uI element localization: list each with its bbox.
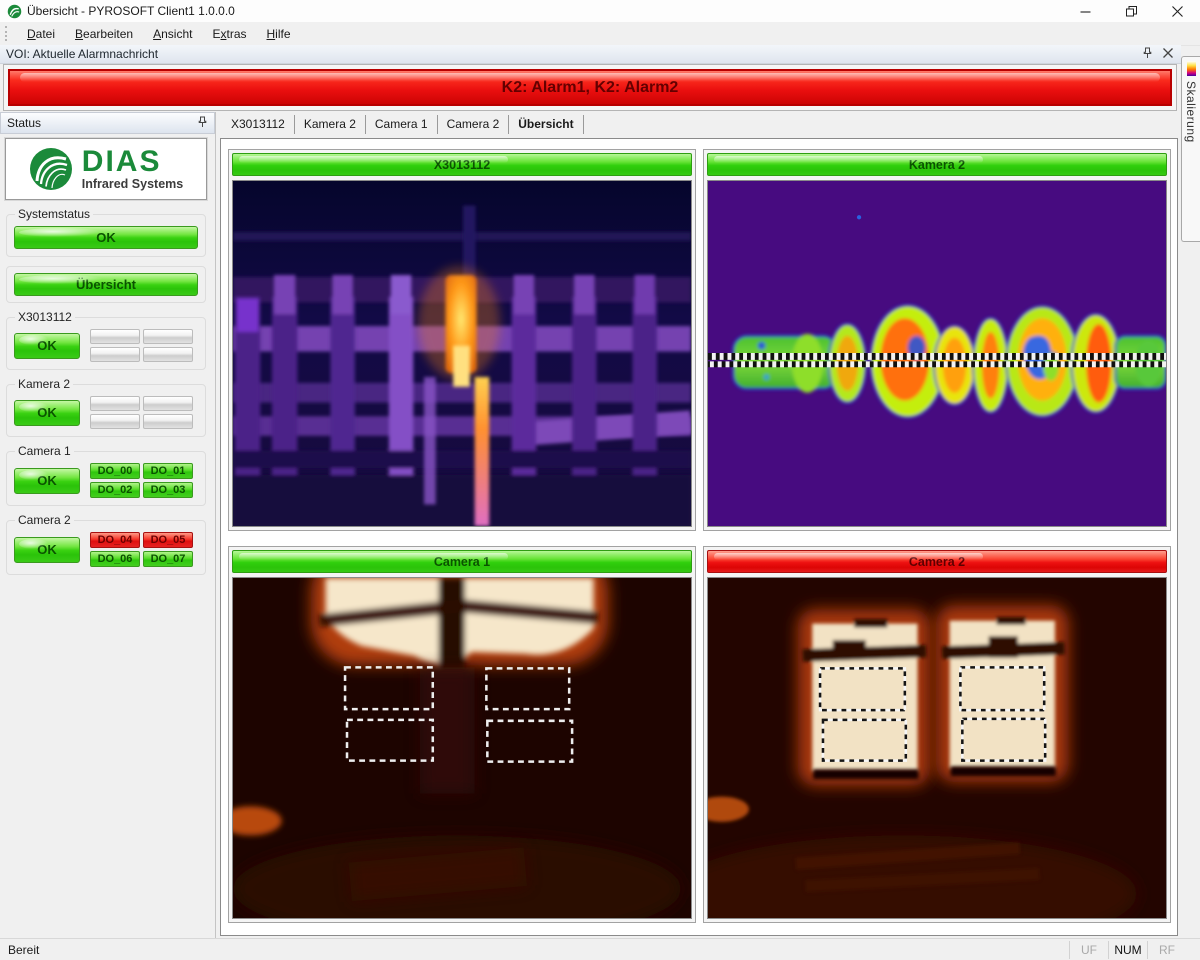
menu-hilfe[interactable]: Hilfe bbox=[257, 24, 301, 44]
status-panel-title: Status bbox=[7, 116, 41, 130]
do-02-button[interactable]: DO_02 bbox=[90, 482, 140, 498]
skalierung-label: Skalierung bbox=[1184, 81, 1198, 143]
output-indicator[interactable] bbox=[143, 347, 193, 362]
menu-datei[interactable]: Datei bbox=[17, 24, 65, 44]
view-panel-camera1: Camera 1 bbox=[228, 546, 696, 923]
group-label: Camera 1 bbox=[15, 444, 74, 458]
group-label: Kamera 2 bbox=[15, 377, 73, 391]
menu-bearbeiten[interactable]: Bearbeiten bbox=[65, 24, 143, 44]
alarm-panel-header: VOI: Aktuelle Alarmnachricht bbox=[0, 45, 1181, 64]
group-label: X3013112 bbox=[15, 310, 75, 324]
do-06-button[interactable]: DO_06 bbox=[90, 551, 140, 567]
view-panel-camera2: Camera 2 bbox=[703, 546, 1171, 923]
close-panel-icon[interactable] bbox=[1163, 47, 1173, 61]
status-panel-header: Status bbox=[0, 112, 215, 134]
status-sidebar: Status DIAS Infrared Systems Systemstatu… bbox=[0, 112, 216, 938]
output-indicator[interactable] bbox=[90, 329, 140, 344]
panel-header-camera1[interactable]: Camera 1 bbox=[232, 550, 692, 573]
close-button[interactable] bbox=[1154, 0, 1200, 22]
output-indicator[interactable] bbox=[90, 347, 140, 362]
do-03-button[interactable]: DO_03 bbox=[143, 482, 193, 498]
group-overview: Übersicht bbox=[6, 266, 206, 303]
statusbar-ready: Bereit bbox=[8, 943, 39, 957]
menu-ansicht[interactable]: Ansicht bbox=[143, 24, 202, 44]
minimize-button[interactable] bbox=[1062, 0, 1108, 22]
view-tab-strip: X3013112 Kamera 2 Camera 1 Camera 2 Über… bbox=[222, 113, 584, 136]
tab-uebersicht[interactable]: Übersicht bbox=[509, 115, 583, 134]
dias-logo: DIAS Infrared Systems bbox=[5, 138, 207, 200]
indicator-num: NUM bbox=[1108, 941, 1147, 959]
thermal-image-x3013112[interactable] bbox=[232, 180, 692, 527]
group-camera1: Camera 1 OK DO_00 DO_01 DO_02 DO_03 bbox=[6, 451, 206, 506]
group-label: Camera 2 bbox=[15, 513, 74, 527]
output-indicator[interactable] bbox=[90, 414, 140, 429]
menu-bar: Datei Bearbeiten Ansicht Extras Hilfe bbox=[0, 22, 1200, 46]
title-bar: Übersicht - PYROSOFT Client1 1.0.0.0 bbox=[0, 0, 1200, 22]
output-indicator[interactable] bbox=[143, 396, 193, 411]
infrared-image-camera2[interactable] bbox=[707, 577, 1167, 919]
tab-camera-2[interactable]: Camera 2 bbox=[438, 115, 510, 134]
restore-button[interactable] bbox=[1108, 0, 1154, 22]
output-indicator[interactable] bbox=[143, 414, 193, 429]
panel-header-kamera2[interactable]: Kamera 2 bbox=[707, 153, 1167, 176]
menu-grip[interactable] bbox=[5, 26, 10, 41]
app-logo-icon bbox=[7, 4, 22, 19]
output-indicator[interactable] bbox=[90, 396, 140, 411]
overview-button[interactable]: Übersicht bbox=[14, 273, 198, 296]
panel-header-camera2[interactable]: Camera 2 bbox=[707, 550, 1167, 573]
group-camera2: Camera 2 OK DO_04 DO_05 DO_06 DO_07 bbox=[6, 520, 206, 575]
alarm-panel-body: K2: Alarm1, K2: Alarm2 bbox=[3, 64, 1177, 111]
window-title: Übersicht - PYROSOFT Client1 1.0.0.0 bbox=[27, 4, 235, 18]
view-panel-kamera2: Kamera 2 bbox=[703, 149, 1171, 531]
do-00-button[interactable]: DO_00 bbox=[90, 463, 140, 479]
indicator-uf: UF bbox=[1069, 941, 1108, 959]
do-05-button[interactable]: DO_05 bbox=[143, 532, 193, 548]
output-indicator[interactable] bbox=[143, 329, 193, 344]
kamera2-ok-button[interactable]: OK bbox=[14, 400, 80, 426]
status-bar: Bereit UF NUM RF bbox=[0, 938, 1200, 960]
tab-kamera-2[interactable]: Kamera 2 bbox=[295, 115, 366, 134]
overview-viewport: X3013112 bbox=[220, 138, 1178, 936]
pin-icon[interactable] bbox=[197, 116, 208, 131]
dias-logo-icon bbox=[29, 147, 73, 191]
tab-x3013112[interactable]: X3013112 bbox=[222, 115, 295, 134]
group-label: Systemstatus bbox=[15, 207, 93, 221]
menu-extras[interactable]: Extras bbox=[202, 24, 256, 44]
pin-icon[interactable] bbox=[1142, 47, 1153, 62]
tab-camera-1[interactable]: Camera 1 bbox=[366, 115, 438, 134]
camera1-ok-button[interactable]: OK bbox=[14, 468, 80, 494]
systemstatus-ok-button[interactable]: OK bbox=[14, 226, 198, 249]
tab-skalierung[interactable]: Skalierung bbox=[1181, 56, 1200, 242]
infrared-image-camera1[interactable] bbox=[232, 577, 692, 919]
group-systemstatus: Systemstatus OK bbox=[6, 214, 206, 257]
alarm-banner: K2: Alarm1, K2: Alarm2 bbox=[8, 69, 1172, 106]
thermal-image-kamera2[interactable] bbox=[707, 180, 1167, 527]
logo-title: DIAS bbox=[82, 147, 183, 177]
do-01-button[interactable]: DO_01 bbox=[143, 463, 193, 479]
do-04-button[interactable]: DO_04 bbox=[90, 532, 140, 548]
do-07-button[interactable]: DO_07 bbox=[143, 551, 193, 567]
thermal-palette-icon bbox=[1187, 61, 1196, 76]
camera2-ok-button[interactable]: OK bbox=[14, 537, 80, 563]
alarm-panel-title: VOI: Aktuelle Alarmnachricht bbox=[6, 47, 158, 61]
x3013112-ok-button[interactable]: OK bbox=[14, 333, 80, 359]
logo-subtitle: Infrared Systems bbox=[82, 178, 183, 191]
group-kamera2: Kamera 2 OK bbox=[6, 384, 206, 437]
group-x3013112: X3013112 OK bbox=[6, 317, 206, 370]
view-panel-x3013112: X3013112 bbox=[228, 149, 696, 531]
panel-header-x3013112[interactable]: X3013112 bbox=[232, 153, 692, 176]
indicator-rf: RF bbox=[1147, 941, 1186, 959]
alarm-message: K2: Alarm1, K2: Alarm2 bbox=[502, 79, 679, 97]
